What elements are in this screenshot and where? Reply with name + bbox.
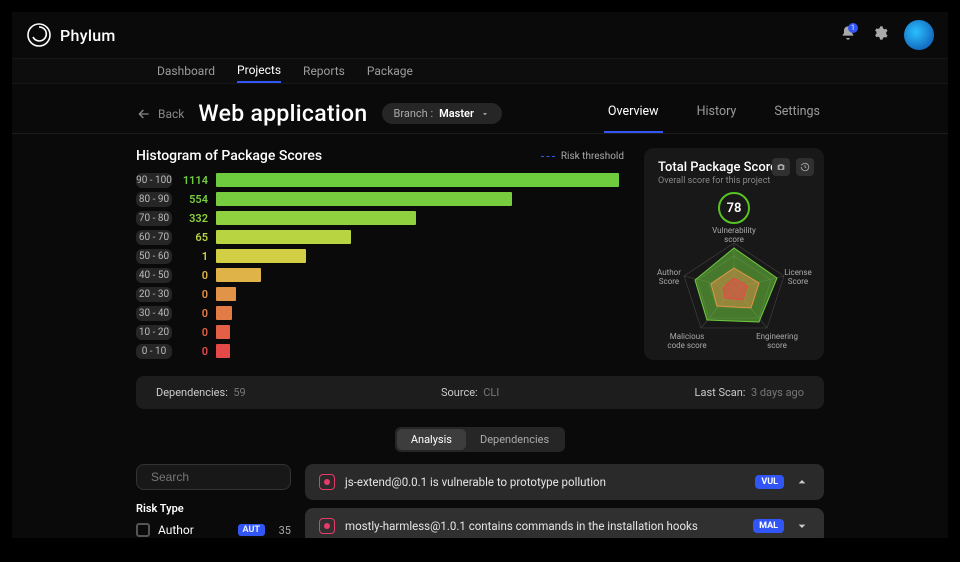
bucket-label: 10 - 20	[136, 325, 172, 340]
avatar[interactable]	[904, 20, 934, 50]
filter-badge: AUT	[238, 524, 265, 536]
bar	[216, 268, 261, 282]
bar	[216, 173, 619, 187]
bucket-count: 0	[180, 288, 208, 301]
tab-history[interactable]: History	[693, 94, 741, 133]
brand: Phylum	[26, 22, 116, 48]
tab-settings[interactable]: Settings	[770, 94, 824, 133]
bucket-count: 0	[180, 307, 208, 320]
search-box[interactable]	[136, 464, 291, 490]
radar-chart: Vulnerability score License Score Engine…	[659, 228, 809, 348]
page-title: Web application	[198, 100, 367, 127]
issue-tag: MAL	[753, 519, 784, 533]
gear-icon[interactable]	[872, 25, 888, 45]
bucket-count: 65	[180, 231, 208, 244]
issue-text: mostly-harmless@1.0.1 contains commands …	[345, 519, 743, 533]
notification-icon[interactable]: 1	[840, 25, 856, 45]
bucket-count: 332	[180, 212, 208, 225]
hist-row: 80 - 90 554	[136, 191, 624, 207]
back-label: Back	[158, 107, 184, 121]
score-card: Total Package Score Overall score for th…	[644, 148, 824, 360]
hist-row: 10 - 20 0	[136, 324, 624, 340]
bar	[216, 325, 230, 339]
checkbox[interactable]	[136, 523, 150, 537]
filter-row[interactable]: Author AUT 35	[136, 523, 291, 537]
nav-item-package[interactable]: Package	[367, 59, 413, 83]
hist-row: 30 - 40 0	[136, 305, 624, 321]
score-subtitle: Overall score for this project	[658, 176, 810, 186]
bucket-label: 90 - 100	[136, 173, 172, 188]
bucket-count: 0	[180, 326, 208, 339]
radar-label-br: Engineering score	[753, 332, 801, 350]
branch-label: Branch :	[394, 107, 434, 120]
hist-row: 0 - 10 0	[136, 343, 624, 359]
history-icon[interactable]	[796, 158, 814, 176]
radar-label-bl: Malicious code score	[663, 332, 711, 350]
bar	[216, 306, 232, 320]
bucket-label: 70 - 80	[136, 211, 172, 226]
bucket-count: 0	[180, 269, 208, 282]
hist-row: 60 - 70 65	[136, 229, 624, 245]
brand-text: Phylum	[60, 26, 116, 45]
hist-row: 20 - 30 0	[136, 286, 624, 302]
issue-card[interactable]: js-extend@0.0.1 is vulnerable to prototy…	[305, 464, 824, 500]
issue-card[interactable]: mostly-harmless@1.0.1 contains commands …	[305, 508, 824, 538]
bucket-label: 60 - 70	[136, 230, 172, 245]
tab-overview[interactable]: Overview	[604, 94, 663, 133]
bucket-count: 0	[180, 345, 208, 358]
pill-dependencies[interactable]: Dependencies	[466, 429, 563, 450]
radar-label-top: Vulnerability score	[709, 226, 759, 244]
bucket-label: 20 - 30	[136, 287, 172, 302]
nav-item-reports[interactable]: Reports	[303, 59, 345, 83]
bucket-label: 0 - 10	[136, 344, 172, 359]
search-input[interactable]	[151, 470, 306, 484]
bar	[216, 287, 236, 301]
bar	[216, 230, 351, 244]
bucket-count: 1114	[180, 174, 208, 187]
radar-label-left: Author Score	[651, 268, 687, 286]
bucket-label: 80 - 90	[136, 192, 172, 207]
pill-analysis[interactable]: Analysis	[397, 429, 466, 450]
bar	[216, 211, 416, 225]
bar	[216, 192, 512, 206]
logo-icon	[26, 22, 52, 48]
hist-row: 50 - 60 1	[136, 248, 624, 264]
filter-count: 35	[273, 524, 291, 537]
chevron-up-icon[interactable]	[794, 474, 810, 490]
hist-row: 70 - 80 332	[136, 210, 624, 226]
severity-icon	[319, 474, 335, 490]
arrow-left-icon	[136, 106, 152, 122]
filter-title: Risk Type	[136, 502, 291, 515]
nav-item-dashboard[interactable]: Dashboard	[157, 59, 215, 83]
filter-label: Author	[158, 523, 194, 537]
bar	[216, 344, 230, 358]
issue-tag: VUL	[755, 475, 784, 489]
risk-threshold-legend: Risk threshold	[541, 151, 624, 162]
bucket-label: 50 - 60	[136, 249, 172, 264]
branch-name: Master	[439, 107, 474, 120]
meta-bar: Dependencies: 59 Source: CLI Last Scan: …	[136, 376, 824, 409]
bucket-label: 40 - 50	[136, 268, 172, 283]
score-value: 78	[718, 192, 750, 224]
chevron-down-icon	[480, 109, 490, 119]
bucket-count: 554	[180, 193, 208, 206]
branch-selector[interactable]: Branch : Master	[382, 103, 502, 124]
severity-icon	[319, 518, 335, 534]
nav-item-projects[interactable]: Projects	[237, 59, 281, 83]
bar	[216, 249, 306, 263]
hist-row: 40 - 50 0	[136, 267, 624, 283]
camera-icon[interactable]	[772, 158, 790, 176]
radar-label-right: License Score	[779, 268, 817, 286]
hist-row: 90 - 100 1114	[136, 172, 624, 188]
back-button[interactable]: Back	[136, 106, 184, 122]
notification-badge: 1	[848, 23, 858, 33]
histogram-title: Histogram of Package Scores	[136, 148, 322, 164]
issue-text: js-extend@0.0.1 is vulnerable to prototy…	[345, 475, 745, 489]
bucket-count: 1	[180, 250, 208, 263]
bucket-label: 30 - 40	[136, 306, 172, 321]
chevron-down-icon[interactable]	[794, 518, 810, 534]
